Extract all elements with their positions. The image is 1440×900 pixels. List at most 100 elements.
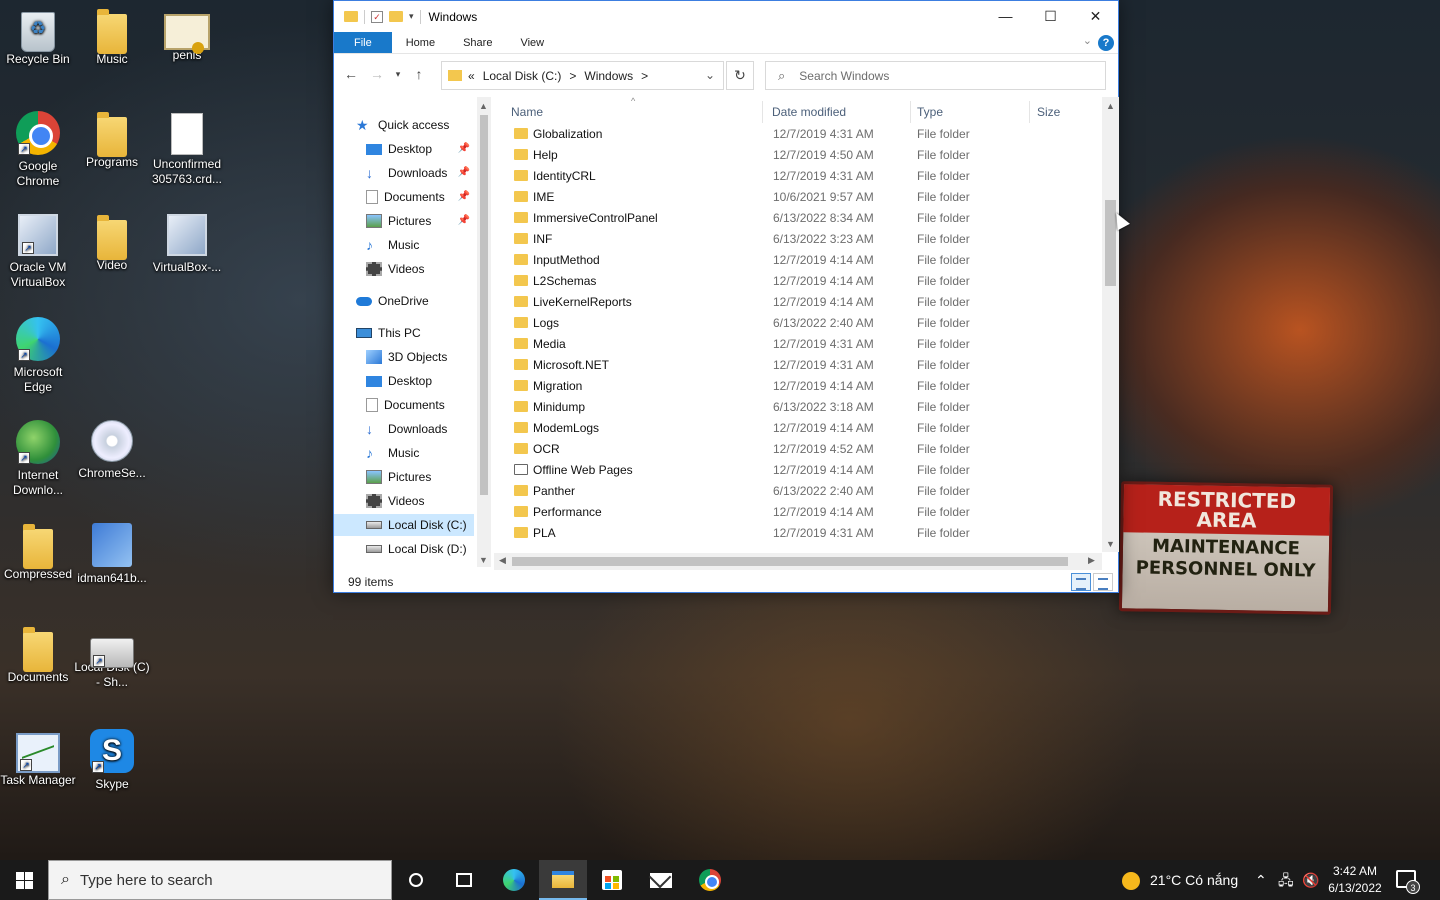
- column-header-date-modified[interactable]: Date modified: [772, 101, 910, 123]
- back-arrow-icon[interactable]: ←: [340, 66, 362, 82]
- nav-item-local-disk-c[interactable]: Local Disk (C:): [334, 514, 474, 536]
- taskbar-file-explorer[interactable]: [539, 860, 587, 900]
- desktop-icon-recycle-bin[interactable]: Recycle Bin: [0, 8, 76, 67]
- customize-toolbar-chevron-icon[interactable]: ▾: [409, 11, 414, 22]
- scroll-left-arrow-icon[interactable]: ◀: [499, 555, 506, 566]
- forward-arrow-icon[interactable]: →: [366, 66, 388, 82]
- nav-item-documents[interactable]: Documents: [334, 394, 492, 416]
- table-row[interactable]: LiveKernelReports 12/7/2019 4:14 AM File f…: [504, 292, 1104, 313]
- tab-home[interactable]: Home: [392, 32, 449, 53]
- address-history-chevron-icon[interactable]: ⌄: [705, 68, 715, 82]
- table-row[interactable]: InputMethod 12/7/2019 4:14 AM File folder: [504, 250, 1104, 271]
- table-row[interactable]: Panther 6/13/2022 2:40 AM File folder: [504, 481, 1104, 502]
- desktop-icon-unconfirmed-file[interactable]: Unconfirmed 305763.crd...: [149, 111, 225, 187]
- breadcrumb-separator[interactable]: >: [641, 69, 648, 83]
- desktop-icon-microsoft-edge[interactable]: ↗ Microsoft Edge: [0, 317, 76, 395]
- address-bar[interactable]: « Local Disk (C:) > Windows > ⌄: [441, 61, 724, 90]
- nav-item-desktop-pinned[interactable]: Desktop 📌: [334, 138, 492, 160]
- volume-muted-icon[interactable]: 🔇: [1302, 860, 1319, 900]
- show-hidden-icons-chevron-icon[interactable]: ⌃: [1255, 860, 1267, 900]
- nav-item-downloads-pinned[interactable]: ↓ Downloads 📌: [334, 162, 492, 184]
- column-header-type[interactable]: Type: [917, 101, 1027, 123]
- table-row[interactable]: Media 12/7/2019 4:31 AM File folder: [504, 334, 1104, 355]
- nav-item-music-quick[interactable]: ♪ Music: [334, 234, 492, 256]
- table-row[interactable]: ImmersiveControlPanel 6/13/2022 8:34 AM Fi…: [504, 208, 1104, 229]
- task-view-button[interactable]: [440, 860, 488, 900]
- table-row[interactable]: Migration 12/7/2019 4:14 AM File folder: [504, 376, 1104, 397]
- expand-ribbon-chevron-icon[interactable]: ⌄: [1083, 34, 1092, 47]
- nav-item-music[interactable]: ♪ Music: [334, 442, 492, 464]
- desktop-icon-google-chrome[interactable]: ↗ Google Chrome: [0, 111, 76, 189]
- nav-item-pictures[interactable]: Pictures: [334, 466, 492, 488]
- scroll-down-arrow-icon[interactable]: ▼: [479, 555, 488, 565]
- taskbar-chrome[interactable]: [686, 860, 734, 900]
- desktop-icon-virtualbox-installer[interactable]: VirtualBox-...: [149, 214, 225, 275]
- nav-item-local-disk-d[interactable]: Local Disk (D:): [334, 538, 492, 560]
- start-button[interactable]: [0, 860, 48, 900]
- large-icons-view-button[interactable]: [1093, 573, 1113, 591]
- new-folder-icon[interactable]: [389, 11, 403, 22]
- file-list-scrollbar[interactable]: ▲ ▼: [1102, 97, 1119, 552]
- desktop-icon-video[interactable]: Video: [74, 214, 150, 273]
- nav-item-desktop[interactable]: Desktop: [334, 370, 492, 392]
- tab-share[interactable]: Share: [449, 32, 506, 53]
- table-row[interactable]: Help 12/7/2019 4:50 AM File folder: [504, 145, 1104, 166]
- search-input[interactable]: ⌕ Search Windows: [765, 61, 1106, 90]
- desktop-icon-oracle-vm-virtualbox[interactable]: ↗ Oracle VM VirtualBox: [0, 214, 76, 290]
- breadcrumb-local-disk-c[interactable]: Local Disk (C:): [483, 69, 562, 83]
- taskbar-search-input[interactable]: ⌕ Type here to search: [48, 860, 392, 900]
- breadcrumb-separator[interactable]: >: [569, 69, 576, 83]
- weather-sun-icon[interactable]: [1122, 872, 1140, 890]
- table-row[interactable]: IdentityCRL 12/7/2019 4:31 AM File folder: [504, 166, 1104, 187]
- taskbar-microsoft-store[interactable]: [588, 860, 636, 900]
- scroll-up-arrow-icon[interactable]: ▲: [1106, 101, 1115, 111]
- tab-file[interactable]: File: [334, 32, 392, 53]
- refresh-button[interactable]: ↻: [726, 61, 754, 90]
- nav-item-onedrive[interactable]: OneDrive: [334, 290, 492, 312]
- desktop-icon-chromesetup[interactable]: ChromeSe...: [74, 420, 150, 481]
- minimize-button[interactable]: —: [983, 1, 1028, 31]
- close-button[interactable]: ✕: [1073, 1, 1118, 31]
- table-row[interactable]: PLA 12/7/2019 4:31 AM File folder: [504, 523, 1104, 544]
- table-row[interactable]: Globalization 12/7/2019 4:31 AM File folde…: [504, 124, 1104, 145]
- maximize-button[interactable]: ☐: [1028, 1, 1073, 31]
- tab-view[interactable]: View: [506, 32, 558, 53]
- weather-text[interactable]: 21°C Có nắng: [1150, 860, 1238, 900]
- navigation-pane-scrollbar[interactable]: ▲ ▼: [477, 97, 491, 567]
- nav-item-pictures-pinned[interactable]: Pictures 📌: [334, 210, 492, 232]
- up-arrow-icon[interactable]: ↑: [408, 66, 430, 82]
- table-row[interactable]: Minidump 6/13/2022 3:18 AM File folder: [504, 397, 1104, 418]
- table-row[interactable]: Performance 12/7/2019 4:14 AM File folder: [504, 502, 1104, 523]
- desktop-icon-music[interactable]: Music: [74, 8, 150, 67]
- desktop-icon-task-manager[interactable]: ↗ Task Manager: [0, 729, 76, 788]
- table-row[interactable]: ModemLogs 12/7/2019 4:14 AM File folder: [504, 418, 1104, 439]
- column-header-name[interactable]: Name: [511, 101, 761, 123]
- scrollbar-thumb[interactable]: [480, 115, 488, 495]
- desktop-icon-programs[interactable]: Programs: [74, 111, 150, 170]
- desktop-icon-documents[interactable]: Documents: [0, 626, 76, 685]
- recent-locations-chevron-icon[interactable]: ▾: [392, 69, 404, 80]
- title-bar[interactable]: ✓ ▾ Windows — ☐ ✕: [334, 1, 1118, 32]
- desktop-icon-internet-download-manager[interactable]: ↗ Internet Downlo...: [0, 420, 76, 498]
- details-view-button[interactable]: [1071, 573, 1091, 591]
- nav-item-videos-quick[interactable]: Videos: [334, 258, 492, 280]
- desktop-icon-skype[interactable]: S ↗ Skype: [74, 729, 150, 792]
- nav-item-quick-access[interactable]: ★ Quick access: [334, 114, 492, 136]
- properties-icon[interactable]: ✓: [371, 10, 383, 23]
- table-row[interactable]: Microsoft.NET 12/7/2019 4:31 AM File folde…: [504, 355, 1104, 376]
- taskbar-edge[interactable]: [490, 860, 538, 900]
- desktop-icon-idman-installer[interactable]: idman641b...: [74, 523, 150, 586]
- breadcrumb-windows[interactable]: Windows: [584, 69, 633, 83]
- desktop-icon-local-disk-shortcut[interactable]: ↗ Local Disk (C) - Sh...: [74, 626, 150, 690]
- breadcrumb-overflow[interactable]: «: [468, 69, 475, 83]
- table-row[interactable]: Logs 6/13/2022 2:40 AM File folder: [504, 313, 1104, 334]
- nav-item-videos[interactable]: Videos: [334, 490, 492, 512]
- table-row[interactable]: OCR 12/7/2019 4:52 AM File folder: [504, 439, 1104, 460]
- desktop-icon-compressed[interactable]: Compressed: [0, 523, 76, 582]
- nav-item-downloads[interactable]: ↓ Downloads: [334, 418, 492, 440]
- column-header-size[interactable]: Size: [1037, 101, 1097, 123]
- table-row[interactable]: INF 6/13/2022 3:23 AM File folder: [504, 229, 1104, 250]
- cortana-button[interactable]: [392, 860, 440, 900]
- file-list-horizontal-scrollbar[interactable]: ◀ ▶: [494, 553, 1102, 570]
- table-row[interactable]: Offline Web Pages 12/7/2019 4:14 AM File f…: [504, 460, 1104, 481]
